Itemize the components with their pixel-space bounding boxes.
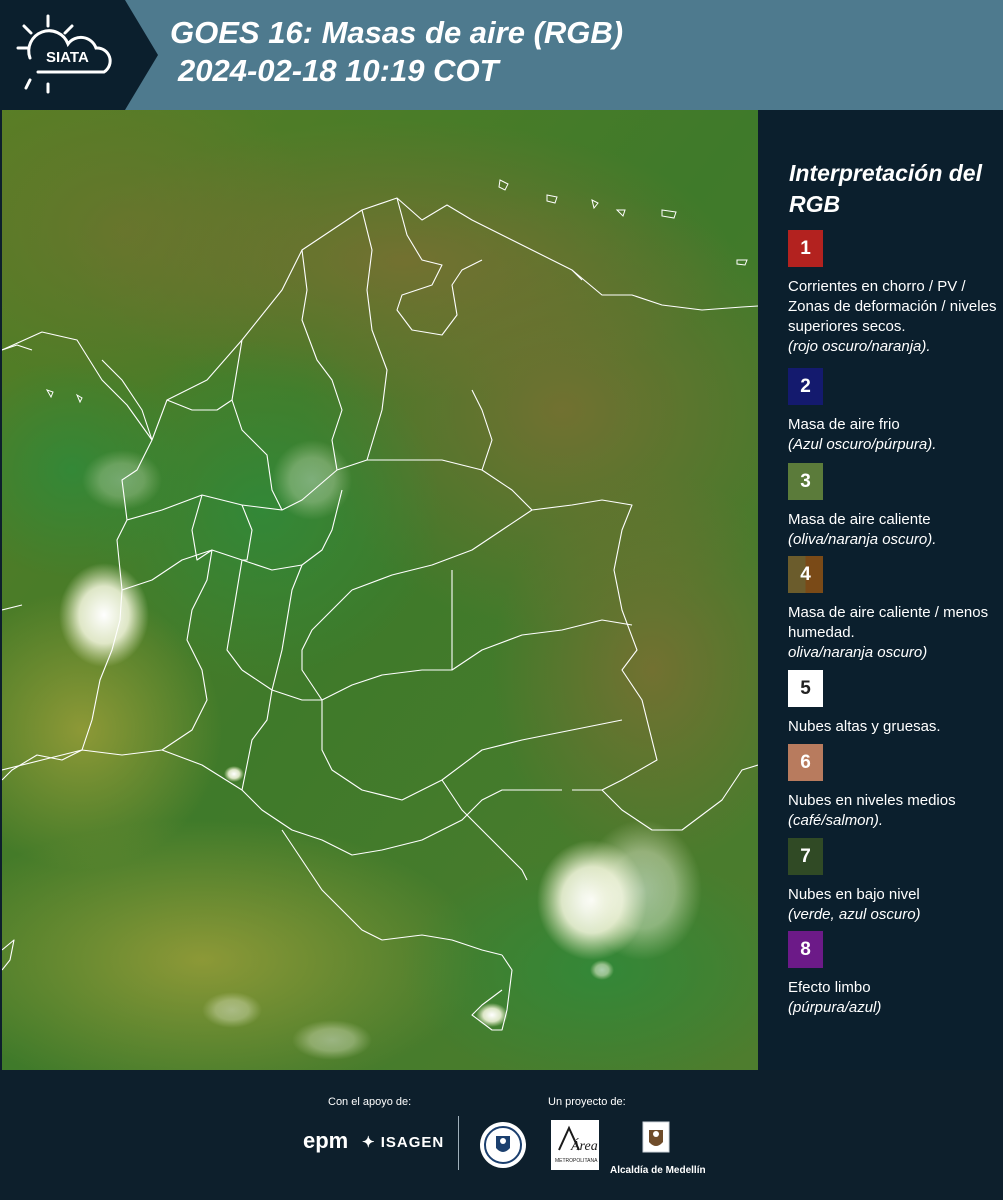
city-shield-icon — [642, 1121, 670, 1153]
svg-text:Área: Área — [570, 1137, 598, 1154]
legend-label: Masa de aire caliente / menos humedad. — [788, 604, 989, 641]
legend-item-4: 4 Masa de aire caliente / menos humedad.… — [788, 556, 998, 663]
title-line-1: GOES 16: Masas de aire (RGB) — [170, 15, 624, 50]
legend-item-3: 3 Masa de aire caliente (oliva/naranja os… — [788, 463, 998, 550]
cloud-cluster — [59, 563, 149, 667]
isagen-icon: ✦ — [362, 1134, 376, 1151]
area-metropolitana-logo: Área METROPOLITANA — [551, 1120, 599, 1175]
logo-text: SIATA — [46, 49, 89, 66]
header-bar: SIATA GOES 16: Masas de aire (RGB) 2024-… — [0, 0, 1003, 110]
legend-label: Masa de aire caliente — [788, 511, 931, 528]
satellite-map — [2, 110, 758, 1070]
support-label: Con el apoyo de: — [328, 1096, 412, 1108]
legend-note: (rojo oscuro/naranja). — [788, 338, 931, 355]
legend-item-6: 6 Nubes en niveles medios (café/salmon). — [788, 744, 998, 831]
legend-note: (verde, azul oscuro) — [788, 906, 921, 923]
legend-item-8: 8 Efecto limbo (púrpura/azul) — [788, 931, 998, 1018]
legend-note: (café/salmon). — [788, 812, 884, 829]
legend-swatch: 8 — [788, 931, 823, 968]
legend-title: Interpretación del RGB — [789, 160, 982, 217]
legend-label: Nubes en niveles medios — [788, 792, 956, 809]
legend-note: oliva/naranja oscuro) — [788, 644, 928, 661]
legend-swatch: 3 — [788, 463, 823, 500]
alcaldia-medellin-logo: Alcaldía de Medellín — [610, 1120, 706, 1176]
legend-label: Efecto limbo — [788, 979, 871, 996]
legend-label: Nubes en bajo nivel — [788, 886, 920, 903]
svg-text:METROPOLITANA: METROPOLITANA — [555, 1158, 598, 1164]
legend-swatch: 1 — [788, 230, 823, 267]
epm-logo: epm — [303, 1128, 349, 1153]
legend-swatch: 6 — [788, 744, 823, 781]
legend-swatch: 2 — [788, 368, 823, 405]
legend-note: (púrpura/azul) — [788, 999, 882, 1016]
legend-item-5: 5 Nubes altas y gruesas. — [788, 670, 998, 737]
university-seal-icon — [478, 1120, 528, 1175]
footer-divider — [458, 1116, 459, 1170]
title-line-2: 2024-02-18 10:19 COT — [178, 53, 499, 88]
legend-item-1: 1 Corrientes en chorro / PV / Zonas de d… — [788, 230, 998, 357]
isagen-logo: ✦ ISAGEN — [362, 1134, 445, 1151]
page-title: GOES 16: Masas de aire (RGB) 2024-02-18 … — [170, 14, 623, 90]
legend-swatch: 5 — [788, 670, 823, 707]
legend-swatch: 7 — [788, 838, 823, 875]
legend-label: Masa de aire frio — [788, 416, 900, 433]
legend-item-7: 7 Nubes en bajo nivel (verde, azul oscuro… — [788, 838, 998, 925]
legend-label: Nubes altas y gruesas. — [788, 718, 941, 735]
legend-item-2: 2 Masa de aire frio (Azul oscuro/púrpura)… — [788, 368, 998, 455]
footer: Con el apoyo de: Un proyecto de: epm ✦ I… — [0, 1070, 1003, 1200]
legend-panel: Interpretación del RGB 1 Corrientes en c… — [760, 110, 1003, 1070]
legend-swatch: 4 — [788, 556, 823, 593]
legend-note: (oliva/naranja oscuro). — [788, 531, 937, 548]
legend-note: (Azul oscuro/púrpura). — [788, 436, 937, 453]
siata-logo: SIATA — [0, 0, 158, 110]
project-label: Un proyecto de: — [548, 1096, 626, 1108]
legend-label: Corrientes en chorro / PV / Zonas de def… — [788, 278, 997, 335]
